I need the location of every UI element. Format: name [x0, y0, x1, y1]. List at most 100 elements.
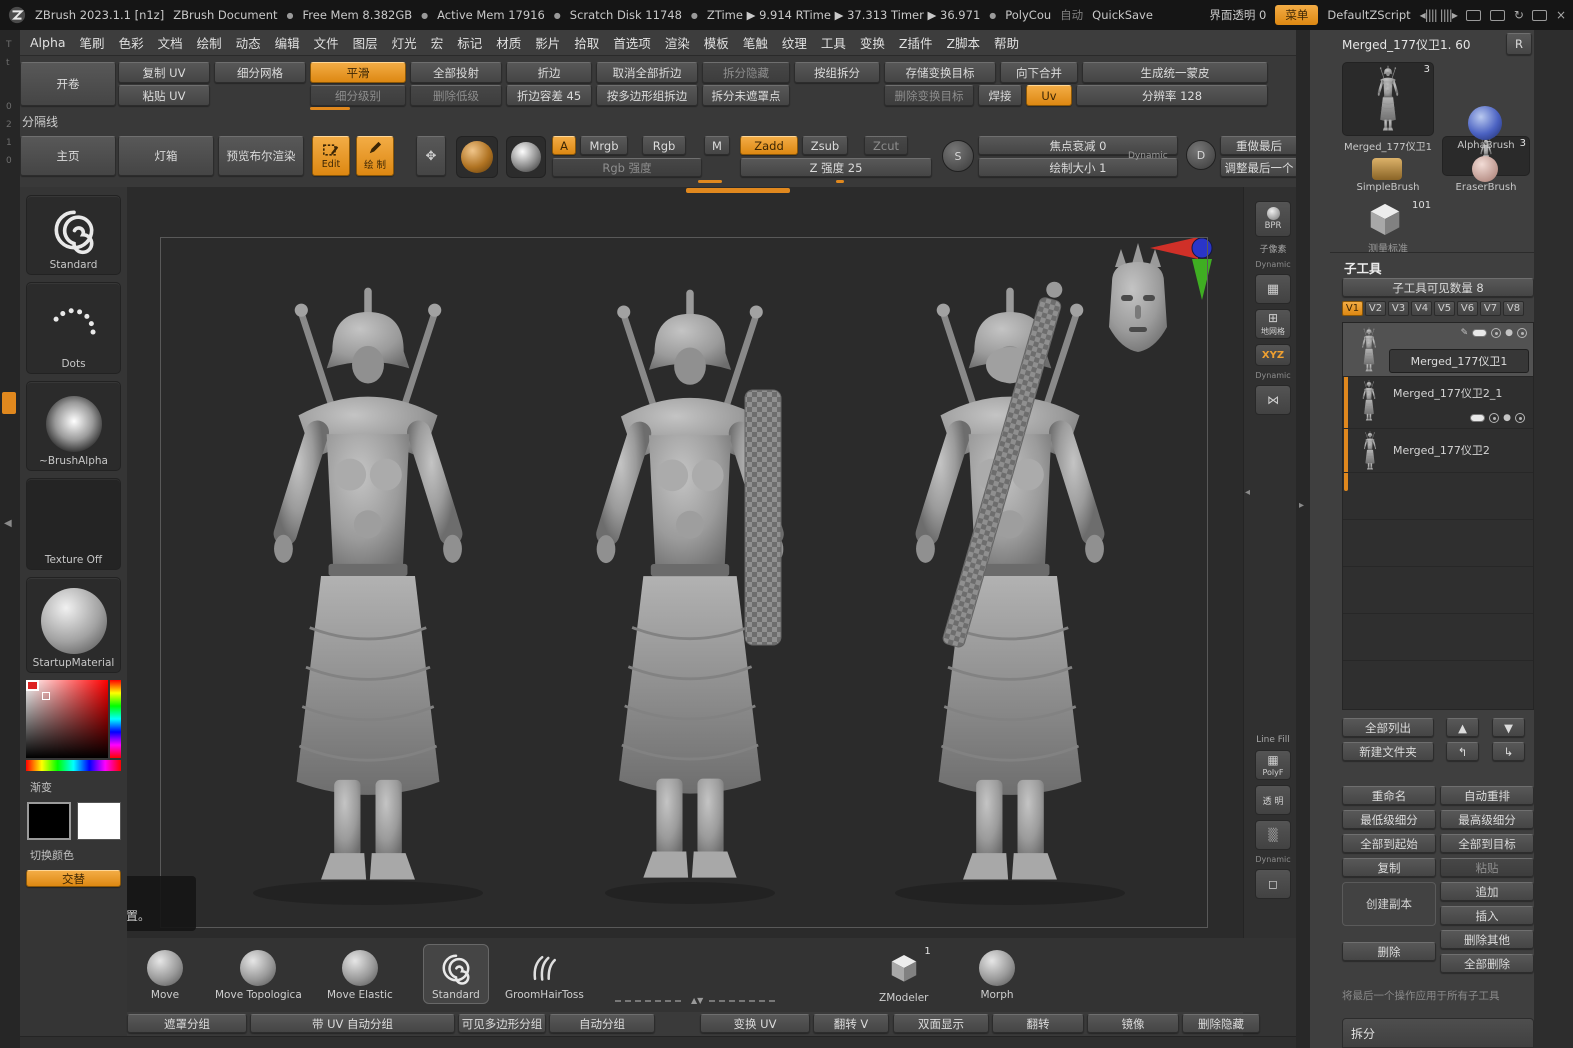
polyframe-button[interactable]: ▦ PolyF — [1255, 750, 1291, 780]
rgb-intensity-slider[interactable]: Rgb 强度 — [552, 158, 702, 177]
subtool-name[interactable]: Merged_177仪卫2_1 — [1393, 385, 1502, 401]
ghost-button[interactable]: ▒ — [1255, 820, 1291, 850]
menu-texture[interactable]: 纹理 — [782, 33, 807, 52]
menu-material[interactable]: 材质 — [496, 33, 521, 52]
delete-lower-button[interactable]: 删除低级 — [410, 85, 502, 106]
lightbox-button[interactable]: 灯箱 — [118, 136, 214, 176]
tray-brush-zmodeler[interactable]: 1 ZModeler — [879, 946, 931, 1004]
copy-uv-button[interactable]: 复制 UV — [118, 62, 210, 83]
menu-edit[interactable]: 编辑 — [275, 33, 300, 52]
eye-icon[interactable] — [1515, 413, 1525, 423]
split-hidden-button[interactable]: 拆分隐藏 — [702, 62, 790, 83]
menu-zscript[interactable]: Z脚本 — [946, 33, 980, 52]
menu-stencil[interactable]: 模板 — [704, 33, 729, 52]
paste-subtool-button[interactable]: 粘贴 — [1440, 858, 1534, 877]
subtool-name[interactable]: Merged_177仪卫1 — [1389, 349, 1529, 373]
crease-button[interactable]: 折边 — [506, 62, 592, 83]
gradient-label[interactable]: 渐变 — [26, 779, 52, 795]
menu-render[interactable]: 渲染 — [665, 33, 690, 52]
divider-label[interactable]: 分隔线 — [22, 113, 58, 130]
expand-right-icon[interactable]: ▸ — [1299, 500, 1304, 511]
subtool-name[interactable]: Merged_177仪卫2 — [1393, 442, 1490, 458]
prev-doc-icon[interactable] — [1465, 9, 1481, 21]
all-to-target-button[interactable]: 全部到目标 — [1440, 834, 1534, 853]
tab-v6[interactable]: V6 — [1457, 301, 1478, 316]
subdiv-level-slider[interactable]: 细分级别 — [310, 85, 406, 106]
tab-v3[interactable]: V3 — [1388, 301, 1409, 316]
split-unmasked-button[interactable]: 拆分未遮罩点 — [702, 85, 790, 106]
visibility-pill-icon[interactable] — [1470, 414, 1486, 422]
color-picker[interactable] — [26, 680, 121, 772]
menu-help[interactable]: 帮助 — [994, 33, 1019, 52]
men-file[interactable]: 文件 — [314, 33, 339, 52]
edit-button[interactable]: Edit — [312, 136, 350, 176]
floor-axis-button[interactable]: XYZ — [1255, 344, 1291, 366]
menu-zplugin[interactable]: Z插件 — [899, 33, 933, 52]
switch-color-label[interactable]: 切换颜色 — [26, 847, 74, 863]
subtool-row-1[interactable]: ✎ ● Merged_177仪卫1 — [1343, 323, 1533, 377]
menu-macro[interactable]: 宏 — [431, 33, 444, 52]
subtool-empty-row[interactable] — [1343, 567, 1533, 614]
zsub-button[interactable]: Zsub — [802, 136, 848, 155]
weld-button[interactable]: 焊接 — [978, 85, 1022, 106]
tray-brush-groomhairtoss[interactable]: GroomHairToss — [505, 950, 584, 1001]
lowest-subdiv-button[interactable]: 最低级细分 — [1342, 810, 1436, 829]
unfold-button[interactable]: 开卷 — [20, 62, 116, 106]
eye-icon[interactable] — [1517, 328, 1527, 338]
m-button[interactable]: M — [704, 136, 730, 155]
current-stroke-tile[interactable]: Dots — [26, 282, 121, 374]
collapse-right-icon[interactable]: ◂ — [1245, 487, 1250, 498]
menu-picker[interactable]: 拾取 — [574, 33, 599, 52]
zscript-label[interactable]: DefaultZScript — [1327, 8, 1410, 22]
draw-button[interactable]: 绘 制 — [356, 136, 394, 176]
current-alpha-tile[interactable]: ~BrushAlpha — [26, 381, 121, 471]
mask-group-button[interactable]: 遮罩分组 — [127, 1014, 247, 1033]
append-button[interactable]: 追加 — [1440, 882, 1534, 901]
subtool-visible-count-slider[interactable]: 子工具可见数量 8 — [1342, 278, 1534, 297]
z-intensity-slider[interactable]: Z 强度 25 — [740, 158, 932, 177]
a-button[interactable]: A — [552, 136, 576, 155]
close-icon[interactable]: × — [1556, 8, 1566, 22]
zadd-button[interactable]: Zadd — [740, 136, 798, 155]
subtool-empty-row[interactable] — [1343, 473, 1533, 520]
insert-button[interactable]: 插入 — [1440, 906, 1534, 925]
tab-v2[interactable]: V2 — [1365, 301, 1386, 316]
new-folder-button[interactable]: 新建文件夹 — [1342, 742, 1434, 761]
double-sided-button[interactable]: 双面显示 — [893, 1014, 989, 1033]
simplebrush-thumb[interactable] — [1372, 158, 1402, 180]
ui-transparency[interactable]: 界面透明 0 — [1209, 7, 1266, 23]
polycount-button[interactable]: PolyCou — [1005, 8, 1051, 22]
subtool-row-2[interactable]: Merged_177仪卫2_1 ● — [1343, 377, 1533, 429]
zcut-button[interactable]: Zcut — [864, 136, 908, 155]
perspective-button[interactable]: ▦ — [1255, 274, 1291, 304]
crease-tolerance-slider[interactable]: 折边容差 45 — [506, 85, 592, 106]
menu-brush[interactable]: 笔刷 — [80, 33, 105, 52]
delete-morph-target-button[interactable]: 删除变换目标 — [884, 85, 974, 106]
current-material-button[interactable] — [456, 136, 498, 178]
delete-other-button[interactable]: 删除其他 — [1440, 930, 1534, 949]
menu-draw[interactable]: 绘制 — [197, 33, 222, 52]
quicksave-button[interactable]: QuickSave — [1092, 8, 1153, 22]
uv-button[interactable]: Uv — [1026, 85, 1072, 106]
folder-down-button[interactable]: ↳ — [1492, 742, 1525, 761]
window-icon[interactable] — [1531, 9, 1547, 21]
flip-button[interactable]: 翻转 — [992, 1014, 1084, 1033]
tray-scroll-arrows-icon[interactable]: ▲▼ — [691, 996, 703, 1005]
tray-brush-morph[interactable]: Morph — [979, 950, 1015, 1001]
next-doc-icon[interactable] — [1489, 9, 1505, 21]
sphere-icon[interactable]: ● — [1503, 413, 1511, 423]
focal-shift-icon-button[interactable]: S — [942, 140, 974, 172]
uv-auto-group-button[interactable]: 带 UV 自动分组 — [250, 1014, 455, 1033]
all-to-start-button[interactable]: 全部到起始 — [1342, 834, 1436, 853]
home-button[interactable]: 主页 — [20, 136, 116, 176]
active-tool-thumb[interactable]: 3 — [1342, 62, 1434, 136]
rename-button[interactable]: 重命名 — [1342, 786, 1436, 805]
delete-hidden-button[interactable]: 删除隐藏 — [1182, 1014, 1260, 1033]
alternate-button[interactable]: 交替 — [26, 870, 121, 887]
paste-uv-button[interactable]: 粘贴 UV — [118, 85, 210, 106]
tab-v4[interactable]: V4 — [1411, 301, 1432, 316]
uncrease-all-button[interactable]: 取消全部折边 — [596, 62, 698, 83]
tab-v7[interactable]: V7 — [1480, 301, 1501, 316]
list-all-button[interactable]: 全部列出 — [1342, 718, 1434, 737]
highest-subdiv-button[interactable]: 最高级细分 — [1440, 810, 1534, 829]
